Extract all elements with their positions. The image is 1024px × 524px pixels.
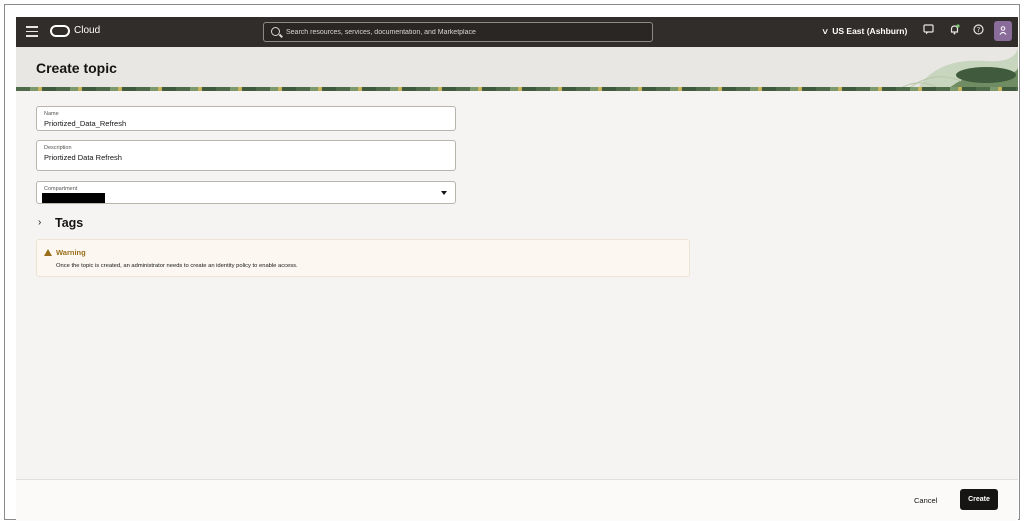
brand-name[interactable]: Cloud bbox=[74, 25, 100, 36]
caret-down-icon[interactable] bbox=[441, 191, 447, 195]
warning-message: Once the topic is created, an administra… bbox=[56, 263, 298, 269]
chevron-right-icon: › bbox=[38, 217, 42, 228]
cancel-button[interactable]: Cancel bbox=[914, 492, 937, 508]
bell-icon[interactable] bbox=[946, 24, 962, 40]
redacted-compartment-value bbox=[42, 193, 105, 203]
header-decoration bbox=[895, 47, 1018, 91]
menu-icon[interactable] bbox=[26, 26, 38, 38]
chevron-down-icon: ∨ bbox=[821, 26, 830, 36]
region-label: US East (Ashburn) bbox=[832, 26, 908, 36]
compartment-select[interactable]: Compartment bbox=[36, 181, 456, 204]
compartment-label: Compartment bbox=[44, 186, 78, 192]
chat-icon[interactable] bbox=[920, 24, 936, 40]
help-icon[interactable]: ? bbox=[970, 24, 986, 40]
name-field[interactable]: Name Priortized_Data_Refresh bbox=[36, 106, 456, 131]
warning-title: Warning bbox=[56, 248, 86, 257]
description-field[interactable]: Description Priortized Data Refresh bbox=[36, 140, 456, 171]
form-footer: Cancel Create bbox=[16, 479, 1018, 521]
top-navigation-bar: Cloud ∨US East (Ashburn) ? bbox=[16, 17, 1018, 47]
console-app: Cloud ∨US East (Ashburn) ? Create topic bbox=[16, 17, 1018, 521]
svg-text:?: ? bbox=[976, 26, 980, 34]
header-pattern-strip bbox=[16, 87, 1018, 91]
warning-banner: Warning Once the topic is created, an ad… bbox=[36, 239, 690, 277]
region-selector[interactable]: ∨ US East (Ashburn) bbox=[821, 26, 908, 37]
search-box[interactable] bbox=[263, 22, 653, 42]
window-frame: Cloud ∨US East (Ashburn) ? Create topic bbox=[4, 4, 1020, 521]
name-label: Name bbox=[44, 111, 59, 117]
warning-icon bbox=[44, 249, 52, 256]
search-input[interactable] bbox=[286, 26, 646, 39]
tags-heading: Tags bbox=[55, 216, 84, 230]
page-header: Create topic bbox=[16, 47, 1018, 91]
oracle-logo-icon[interactable] bbox=[50, 25, 70, 37]
description-value[interactable]: Priortized Data Refresh bbox=[44, 153, 122, 162]
name-value[interactable]: Priortized_Data_Refresh bbox=[44, 119, 126, 128]
create-button[interactable]: Create bbox=[960, 489, 998, 510]
page-title: Create topic bbox=[36, 60, 117, 76]
search-icon bbox=[271, 27, 280, 36]
description-label: Description bbox=[44, 145, 72, 151]
user-icon[interactable] bbox=[994, 21, 1012, 41]
